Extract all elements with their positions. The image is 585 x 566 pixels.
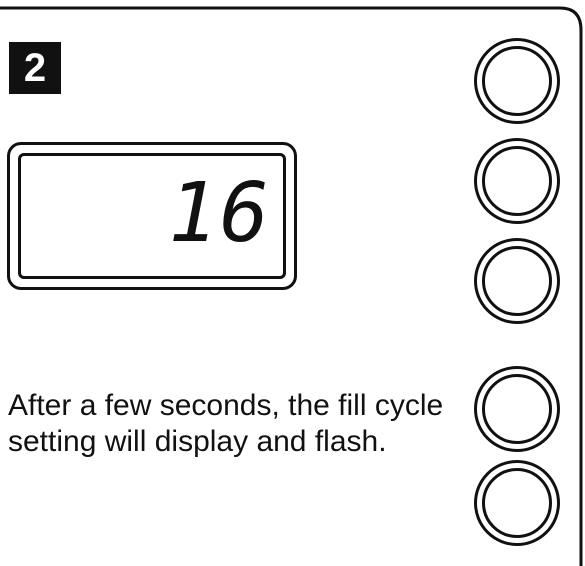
- instruction-text: After a few seconds, the fill cycle sett…: [8, 388, 448, 460]
- lcd-readout: 16: [168, 166, 271, 261]
- panel-button-1[interactable]: [474, 38, 560, 124]
- step-number-badge: 2: [9, 42, 61, 94]
- instruction-line-2: setting will display and flash.: [8, 425, 387, 458]
- panel-button-4[interactable]: [474, 366, 560, 452]
- lcd-display: 16: [7, 142, 297, 290]
- panel-button-2[interactable]: [474, 138, 560, 224]
- panel-button-3[interactable]: [474, 238, 560, 324]
- panel-button-5[interactable]: [474, 460, 560, 546]
- instruction-line-1: After a few seconds, the fill cycle: [8, 389, 444, 422]
- lcd-display-window: 16: [18, 153, 286, 279]
